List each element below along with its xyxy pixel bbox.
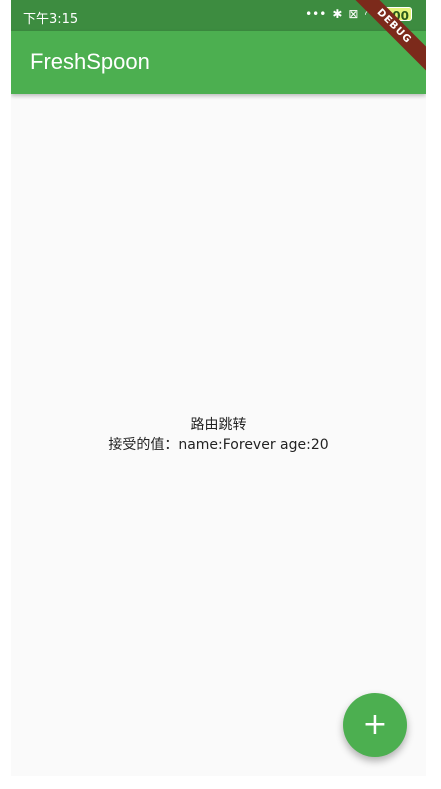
more-dots-icon: ••• [305,7,327,21]
received-value-text: 接受的值：name:Forever age:20 [108,437,329,453]
route-jump-text: 路由跳转 [190,417,247,433]
page-title: FreshSpoon [30,49,150,74]
bluetooth-icon: ✱ [332,7,343,21]
main-content: 路由跳转 接受的值：name:Forever age:20 [11,94,426,776]
sim-icon: ⊠ [348,7,359,21]
app-bar: FreshSpoon [11,31,426,94]
plus-icon: + [362,707,388,742]
add-fab-button[interactable]: + [343,693,407,757]
status-time: 下午3:15 [23,12,79,27]
app-screen: 下午3:15 ••• ✱ ⊠ ◠ 100 FreshSpoon DEBUG 路由… [11,0,426,776]
